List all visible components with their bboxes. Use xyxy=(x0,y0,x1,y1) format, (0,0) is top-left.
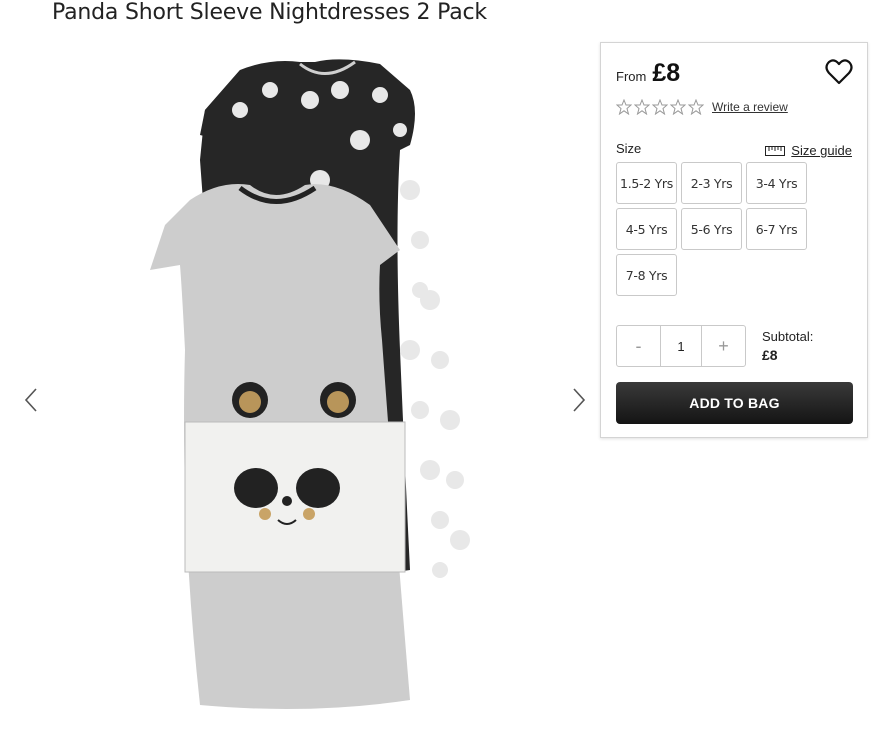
ruler-icon xyxy=(765,145,786,156)
star-icon xyxy=(688,99,704,115)
write-review-link[interactable]: Write a review xyxy=(712,100,788,114)
size-option[interactable]: 6-7 Yrs xyxy=(746,208,807,250)
quantity-input[interactable]: 1 xyxy=(660,326,702,366)
size-option[interactable]: 5-6 Yrs xyxy=(681,208,742,250)
size-option[interactable]: 1.5-2 Yrs xyxy=(616,162,677,204)
size-option[interactable]: 4-5 Yrs xyxy=(616,208,677,250)
subtotal: Subtotal: £8 xyxy=(762,328,813,364)
star-icon xyxy=(616,99,632,115)
price: £8 xyxy=(652,59,681,87)
gallery-next-button[interactable] xyxy=(568,385,590,415)
product-gallery xyxy=(0,40,600,730)
purchase-panel: From £8 Write a review Size Size guide 1… xyxy=(600,42,868,438)
chevron-right-icon xyxy=(573,388,586,412)
size-options: 1.5-2 Yrs 2-3 Yrs 3-4 Yrs 4-5 Yrs 5-6 Yr… xyxy=(616,162,856,296)
subtotal-label: Subtotal: xyxy=(762,329,814,344)
star-icon xyxy=(634,99,650,115)
size-option[interactable]: 7-8 Yrs xyxy=(616,254,677,296)
quantity-decrement-button[interactable]: - xyxy=(617,326,660,366)
star-icon xyxy=(652,99,668,115)
product-image[interactable] xyxy=(110,50,520,720)
rating-row: Write a review xyxy=(616,99,788,115)
product-title: Panda Short Sleeve Nightdresses 2 Pack xyxy=(52,0,487,25)
gallery-prev-button[interactable] xyxy=(20,385,42,415)
size-label: Size xyxy=(616,141,642,156)
price-row: From £8 xyxy=(616,59,680,88)
heart-icon[interactable] xyxy=(825,59,853,85)
size-guide-label: Size guide xyxy=(791,143,852,158)
size-guide-link[interactable]: Size guide xyxy=(765,143,852,158)
from-label: From xyxy=(616,69,647,84)
add-to-bag-button[interactable]: ADD TO BAG xyxy=(616,382,853,424)
size-option[interactable]: 3-4 Yrs xyxy=(746,162,807,204)
quantity-increment-button[interactable]: + xyxy=(702,326,745,366)
size-option[interactable]: 2-3 Yrs xyxy=(681,162,742,204)
subtotal-value: £8 xyxy=(762,347,778,363)
quantity-stepper: - 1 + xyxy=(616,325,746,367)
chevron-left-icon xyxy=(24,388,37,412)
star-icon xyxy=(670,99,686,115)
